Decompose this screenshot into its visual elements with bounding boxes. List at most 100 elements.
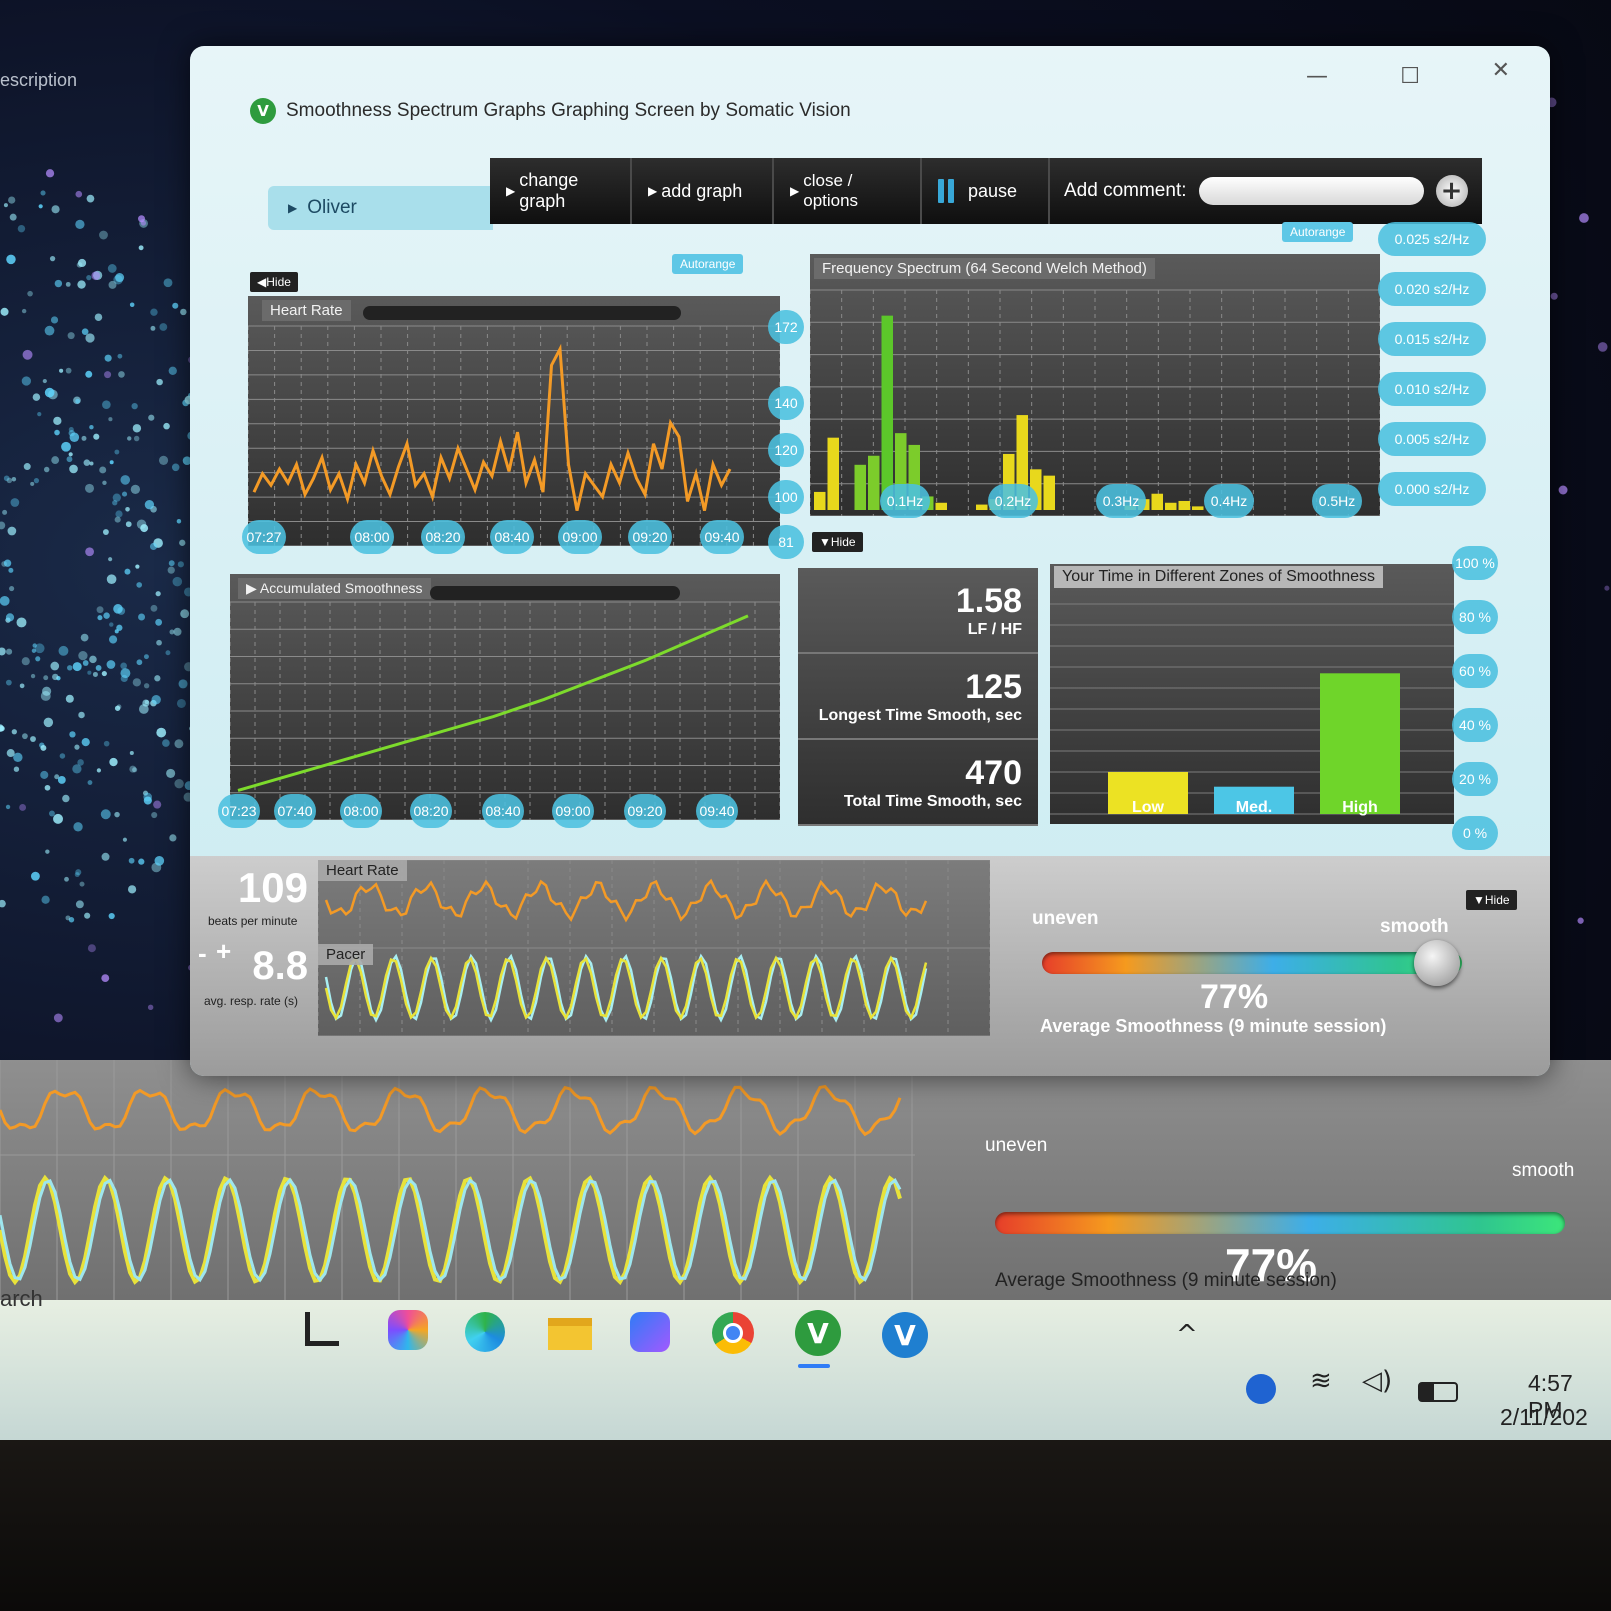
heart-rate-x-tick: 09:40 xyxy=(700,520,744,554)
accumulated-scrollbar[interactable] xyxy=(430,586,680,600)
average-smoothness-caption: Average Smoothness (9 minute session) xyxy=(1040,1016,1387,1036)
minimize-button[interactable]: — xyxy=(1306,64,1328,89)
heart-rate-y-tick: 100 xyxy=(768,480,804,515)
spectrum-y-tick: 0.025 s2/Hz xyxy=(1378,222,1486,256)
accumulated-title-text: Accumulated Smoothness xyxy=(259,580,423,596)
zones-y-tick: 80 % xyxy=(1452,600,1498,634)
edge-icon[interactable] xyxy=(465,1312,505,1352)
stat-label: LF / HF xyxy=(967,621,1022,638)
windows-taskbar: arch Average Smoothness (9 minute sessio… xyxy=(0,1270,1611,1440)
accumulated-smoothness-graph: ▶ Accumulated Smoothness xyxy=(230,574,780,820)
pause-button[interactable]: pause xyxy=(922,158,1050,224)
spectrum-y-tick: 0.015 s2/Hz xyxy=(1378,322,1486,356)
accumulated-x-tick: 09:40 xyxy=(696,794,738,828)
chevron-up-icon[interactable]: ^ xyxy=(1176,1320,1198,1350)
heart-rate-scrollbar[interactable] xyxy=(363,306,681,320)
spectrum-y-tick: 0.020 s2/Hz xyxy=(1378,272,1486,306)
triangle-right-icon: ▶ xyxy=(246,580,257,596)
title-bar: V Smoothness Spectrum Graphs Graphing Sc… xyxy=(250,98,851,124)
user-tab[interactable]: ▶ Oliver xyxy=(268,186,493,230)
spectrum-y-tick: 0.005 s2/Hz xyxy=(1378,422,1486,456)
close-button[interactable]: ✕ xyxy=(1492,58,1510,83)
tray-app-icon[interactable] xyxy=(1246,1374,1276,1404)
increase-rate-button[interactable]: + xyxy=(216,936,231,967)
somatic-vision-2-icon[interactable]: V xyxy=(882,1312,928,1358)
spectrum-bar xyxy=(868,455,880,510)
spectrum-hide-button[interactable]: ▼Hide xyxy=(812,532,863,552)
add-graph-label: add graph xyxy=(661,180,743,201)
active-app-indicator xyxy=(798,1364,830,1368)
triangle-left-icon: ◀ xyxy=(257,275,267,289)
monitor-bezel xyxy=(0,1440,1611,1611)
taskview-icon[interactable] xyxy=(305,1312,339,1346)
heart-rate-y-tick: 140 xyxy=(768,385,804,420)
background-meter-track xyxy=(995,1212,1565,1234)
volume-icon[interactable]: ◁) xyxy=(1362,1366,1392,1396)
add-graph-button[interactable]: ▶ add graph xyxy=(632,158,774,224)
plus-icon[interactable]: + xyxy=(1435,175,1468,207)
meter-right-label: smooth xyxy=(1380,916,1449,937)
accumulated-x-tick: 09:20 xyxy=(624,794,666,828)
heart-rate-x-tick: 08:20 xyxy=(421,520,465,554)
wifi-icon[interactable]: ≋ xyxy=(1310,1366,1332,1396)
background-meter-right: smooth xyxy=(1512,1160,1575,1181)
pause-label: pause xyxy=(968,180,1018,201)
triangle-down-icon: ▼ xyxy=(819,535,831,549)
clock-date[interactable]: 2/11/202 xyxy=(1500,1404,1588,1431)
change-graph-label: change graph xyxy=(519,170,579,211)
zones-y-tick: 0 % xyxy=(1452,816,1498,850)
change-graph-button[interactable]: ▶ change graph xyxy=(490,158,632,224)
heart-rate-autorange-button[interactable]: Autorange xyxy=(672,254,744,274)
maximize-button[interactable]: ☐ xyxy=(1400,64,1420,89)
smoothness-meter-knob[interactable] xyxy=(1413,940,1460,986)
bing-icon[interactable] xyxy=(630,1312,670,1352)
grid-lines xyxy=(230,601,780,820)
heart-rate-title: Heart Rate xyxy=(262,300,351,321)
accumulated-x-tick: 07:40 xyxy=(274,794,316,828)
heart-rate-y-tick: 81 xyxy=(768,525,804,559)
play-icon: ▶ xyxy=(790,184,800,198)
zone-label: Low xyxy=(1132,799,1165,816)
taskbar-search[interactable]: arch xyxy=(0,1286,43,1312)
spectrum-bar xyxy=(1043,475,1055,510)
meter-hide-button[interactable]: ▼Hide xyxy=(1466,890,1517,910)
add-comment-label: Add comment: xyxy=(1064,180,1187,201)
copilot-icon[interactable] xyxy=(388,1310,428,1350)
close-options-button[interactable]: ▶ close / options xyxy=(774,158,922,224)
background-heart-rate-line xyxy=(0,1084,902,1137)
accumulated-x-tick: 08:20 xyxy=(410,794,452,828)
triangle-right-icon: ▶ xyxy=(288,201,298,215)
spectrum-x-tick: 0.2Hz xyxy=(988,484,1038,518)
zone-bar xyxy=(1320,673,1400,814)
heart-rate-y-tick: 172 xyxy=(768,310,804,344)
comment-input[interactable] xyxy=(1198,177,1424,205)
heart-rate-value: 109 xyxy=(237,864,308,911)
accumulated-smoothness-line xyxy=(237,614,749,792)
spectrum-x-tick: 0.5Hz xyxy=(1312,484,1362,518)
battery-icon[interactable] xyxy=(1418,1382,1458,1402)
spectrum-autorange-button[interactable]: Autorange xyxy=(1282,222,1354,242)
accumulated-x-tick: 08:00 xyxy=(340,794,382,828)
spectrum-bar xyxy=(854,464,866,510)
spectrum-x-tick: 0.4Hz xyxy=(1204,484,1254,518)
live-heart-rate-line xyxy=(324,878,928,923)
spectrum-bar xyxy=(1192,506,1204,510)
heart-rate-x-tick: 09:00 xyxy=(558,520,602,554)
toolbar: ▶ change graph ▶ add graph ▶ close / option… xyxy=(490,158,1482,224)
smoothness-meter-track xyxy=(1042,952,1462,974)
grid-lines xyxy=(248,325,780,546)
zones-y-tick: 40 % xyxy=(1452,708,1498,742)
spectrum-bar xyxy=(1178,500,1190,510)
heart-rate-hide-button[interactable]: ◀Hide xyxy=(250,272,298,292)
spectrum-x-tick: 0.1Hz xyxy=(880,484,930,518)
file-explorer-icon[interactable] xyxy=(548,1318,592,1350)
close-options-label: close / options xyxy=(803,171,859,210)
chrome-icon[interactable] xyxy=(712,1312,754,1354)
zones-y-tick: 60 % xyxy=(1452,654,1498,688)
spectrum-bar xyxy=(1165,502,1177,510)
spectrum-bar xyxy=(976,504,988,510)
pacer-line xyxy=(324,955,928,1021)
stat-value: 470 xyxy=(965,754,1022,792)
somatic-vision-icon[interactable]: V xyxy=(795,1310,841,1356)
decrease-rate-button[interactable]: - xyxy=(198,938,207,969)
